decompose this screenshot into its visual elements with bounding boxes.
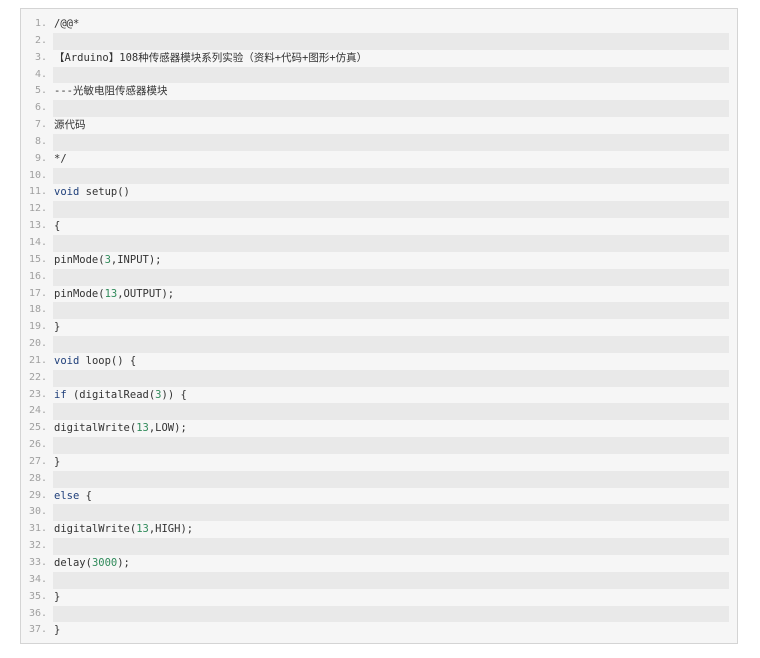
line-number: 36.: [28, 607, 47, 619]
code-line: 27.}: [21, 454, 737, 471]
line-number: 9.: [34, 152, 47, 164]
line-number: 31.: [28, 523, 47, 535]
code-line: 31. digitalWrite(13,HIGH);: [21, 521, 737, 538]
line-number: 8.: [34, 135, 47, 147]
code-line: 1. /@@*: [21, 16, 737, 33]
code-line: 17. pinMode(13,OUTPUT);: [21, 286, 737, 303]
line-number: 7.: [34, 119, 47, 131]
line-number: 21.: [28, 354, 47, 366]
line-code: ---光敏电阻传感器模块: [54, 85, 168, 98]
code-line: 18.: [29, 302, 729, 320]
code-line: 15. pinMode(3,INPUT);: [21, 252, 737, 269]
line-number: 12.: [28, 203, 47, 215]
line-code: }: [54, 455, 61, 468]
line-code: else {: [54, 489, 92, 502]
code-line-list: 1. /@@* 2. 3. 【Arduino】108种传感器模块系列实验（资料+代码+图…: [21, 16, 737, 639]
line-code: delay(3000);: [54, 557, 130, 569]
line-number: 16.: [28, 270, 47, 282]
line-code: */: [54, 152, 67, 165]
code-line: 24.: [29, 403, 729, 421]
line-number: 11.: [28, 186, 47, 198]
code-line: 16.: [29, 268, 729, 286]
line-number: 13.: [28, 220, 47, 232]
line-number: 33.: [28, 557, 47, 568]
code-block: 1. /@@* 2. 3. 【Arduino】108种传感器模块系列实验（资料+代码+图…: [20, 8, 738, 644]
code-line: 23. if (digitalRead(3)) {: [21, 387, 737, 404]
code-line: 10.: [29, 167, 729, 185]
code-line: 19.}: [21, 319, 737, 336]
line-code: 源代码: [54, 119, 86, 132]
code-line: 7. 源代码: [21, 117, 737, 134]
line-number: 35.: [28, 590, 47, 602]
code-line: 33. delay(3000);: [21, 555, 737, 572]
code-line: 32.: [29, 538, 729, 555]
code-line: 2.: [35, 32, 729, 50]
line-code: void loop() {: [54, 354, 137, 367]
line-code: /@@*: [54, 18, 80, 30]
code-line: 25. digitalWrite(13,LOW);: [21, 420, 737, 437]
code-line: 3. 【Arduino】108种传感器模块系列实验（资料+代码+图形+仿真）: [21, 50, 737, 67]
line-number: 3.: [34, 51, 47, 63]
line-code: 【Arduino】108种传感器模块系列实验（资料+代码+图形+仿真）: [54, 51, 368, 64]
line-number: 34.: [28, 573, 47, 585]
code-line: 8.: [35, 133, 729, 151]
line-number: 19.: [28, 321, 47, 333]
line-number: 22.: [28, 371, 47, 383]
line-code: }: [54, 624, 61, 637]
code-line: 29. else {: [21, 488, 737, 505]
line-number: 28.: [28, 472, 47, 484]
line-number: 30.: [28, 506, 47, 518]
line-number: 26.: [28, 439, 47, 451]
code-line: 4.: [35, 66, 729, 84]
code-line: 5. ---光敏电阻传感器模块: [21, 83, 737, 100]
code-line: 12.: [29, 201, 729, 219]
line-number: 20.: [28, 338, 47, 350]
line-number: 29.: [28, 489, 47, 501]
line-code: digitalWrite(13,HIGH);: [54, 523, 194, 536]
line-number: 37.: [28, 624, 47, 636]
code-line: 36.: [29, 605, 729, 623]
line-code: }: [54, 590, 61, 603]
line-code: pinMode(3,INPUT);: [54, 253, 162, 266]
code-line: 28.: [29, 470, 729, 488]
code-line: 11. void setup(): [21, 184, 737, 201]
line-code: void setup(): [54, 186, 130, 199]
line-code: if (digitalRead(3)) {: [54, 388, 187, 401]
line-number: 4.: [34, 68, 47, 80]
code-line: 9. */: [21, 151, 737, 168]
code-line: 22.: [29, 369, 729, 387]
line-number: 5.: [34, 85, 47, 97]
line-number: 25.: [28, 422, 47, 434]
line-number: 2.: [34, 34, 47, 46]
code-line: 35.}: [21, 589, 737, 606]
line-number: 24.: [28, 405, 47, 417]
line-number: 10.: [28, 169, 47, 181]
code-line: 20.: [29, 336, 729, 353]
line-number: 17.: [28, 287, 47, 299]
code-line: 13. {: [21, 218, 737, 235]
line-number: 14.: [28, 236, 47, 248]
line-number: 23.: [28, 388, 47, 400]
code-line: 14.: [29, 234, 729, 252]
line-code: pinMode(13,OUTPUT);: [54, 287, 175, 300]
line-number: 6.: [34, 102, 47, 114]
line-number: 18.: [28, 304, 47, 316]
line-number: 27.: [28, 455, 47, 467]
line-code: digitalWrite(13,LOW);: [54, 422, 187, 435]
code-line: 6.: [35, 100, 729, 118]
line-number: 1.: [34, 18, 47, 29]
line-code: {: [54, 220, 61, 233]
line-number: 32.: [28, 540, 47, 552]
code-line: 26.: [29, 437, 729, 454]
code-line: 30.: [29, 504, 729, 522]
code-line: 37.}: [21, 622, 737, 639]
code-line: 34.: [29, 571, 729, 589]
code-line: 21. void loop() {: [21, 353, 737, 370]
line-code: }: [54, 321, 61, 334]
line-number: 15.: [28, 253, 47, 265]
